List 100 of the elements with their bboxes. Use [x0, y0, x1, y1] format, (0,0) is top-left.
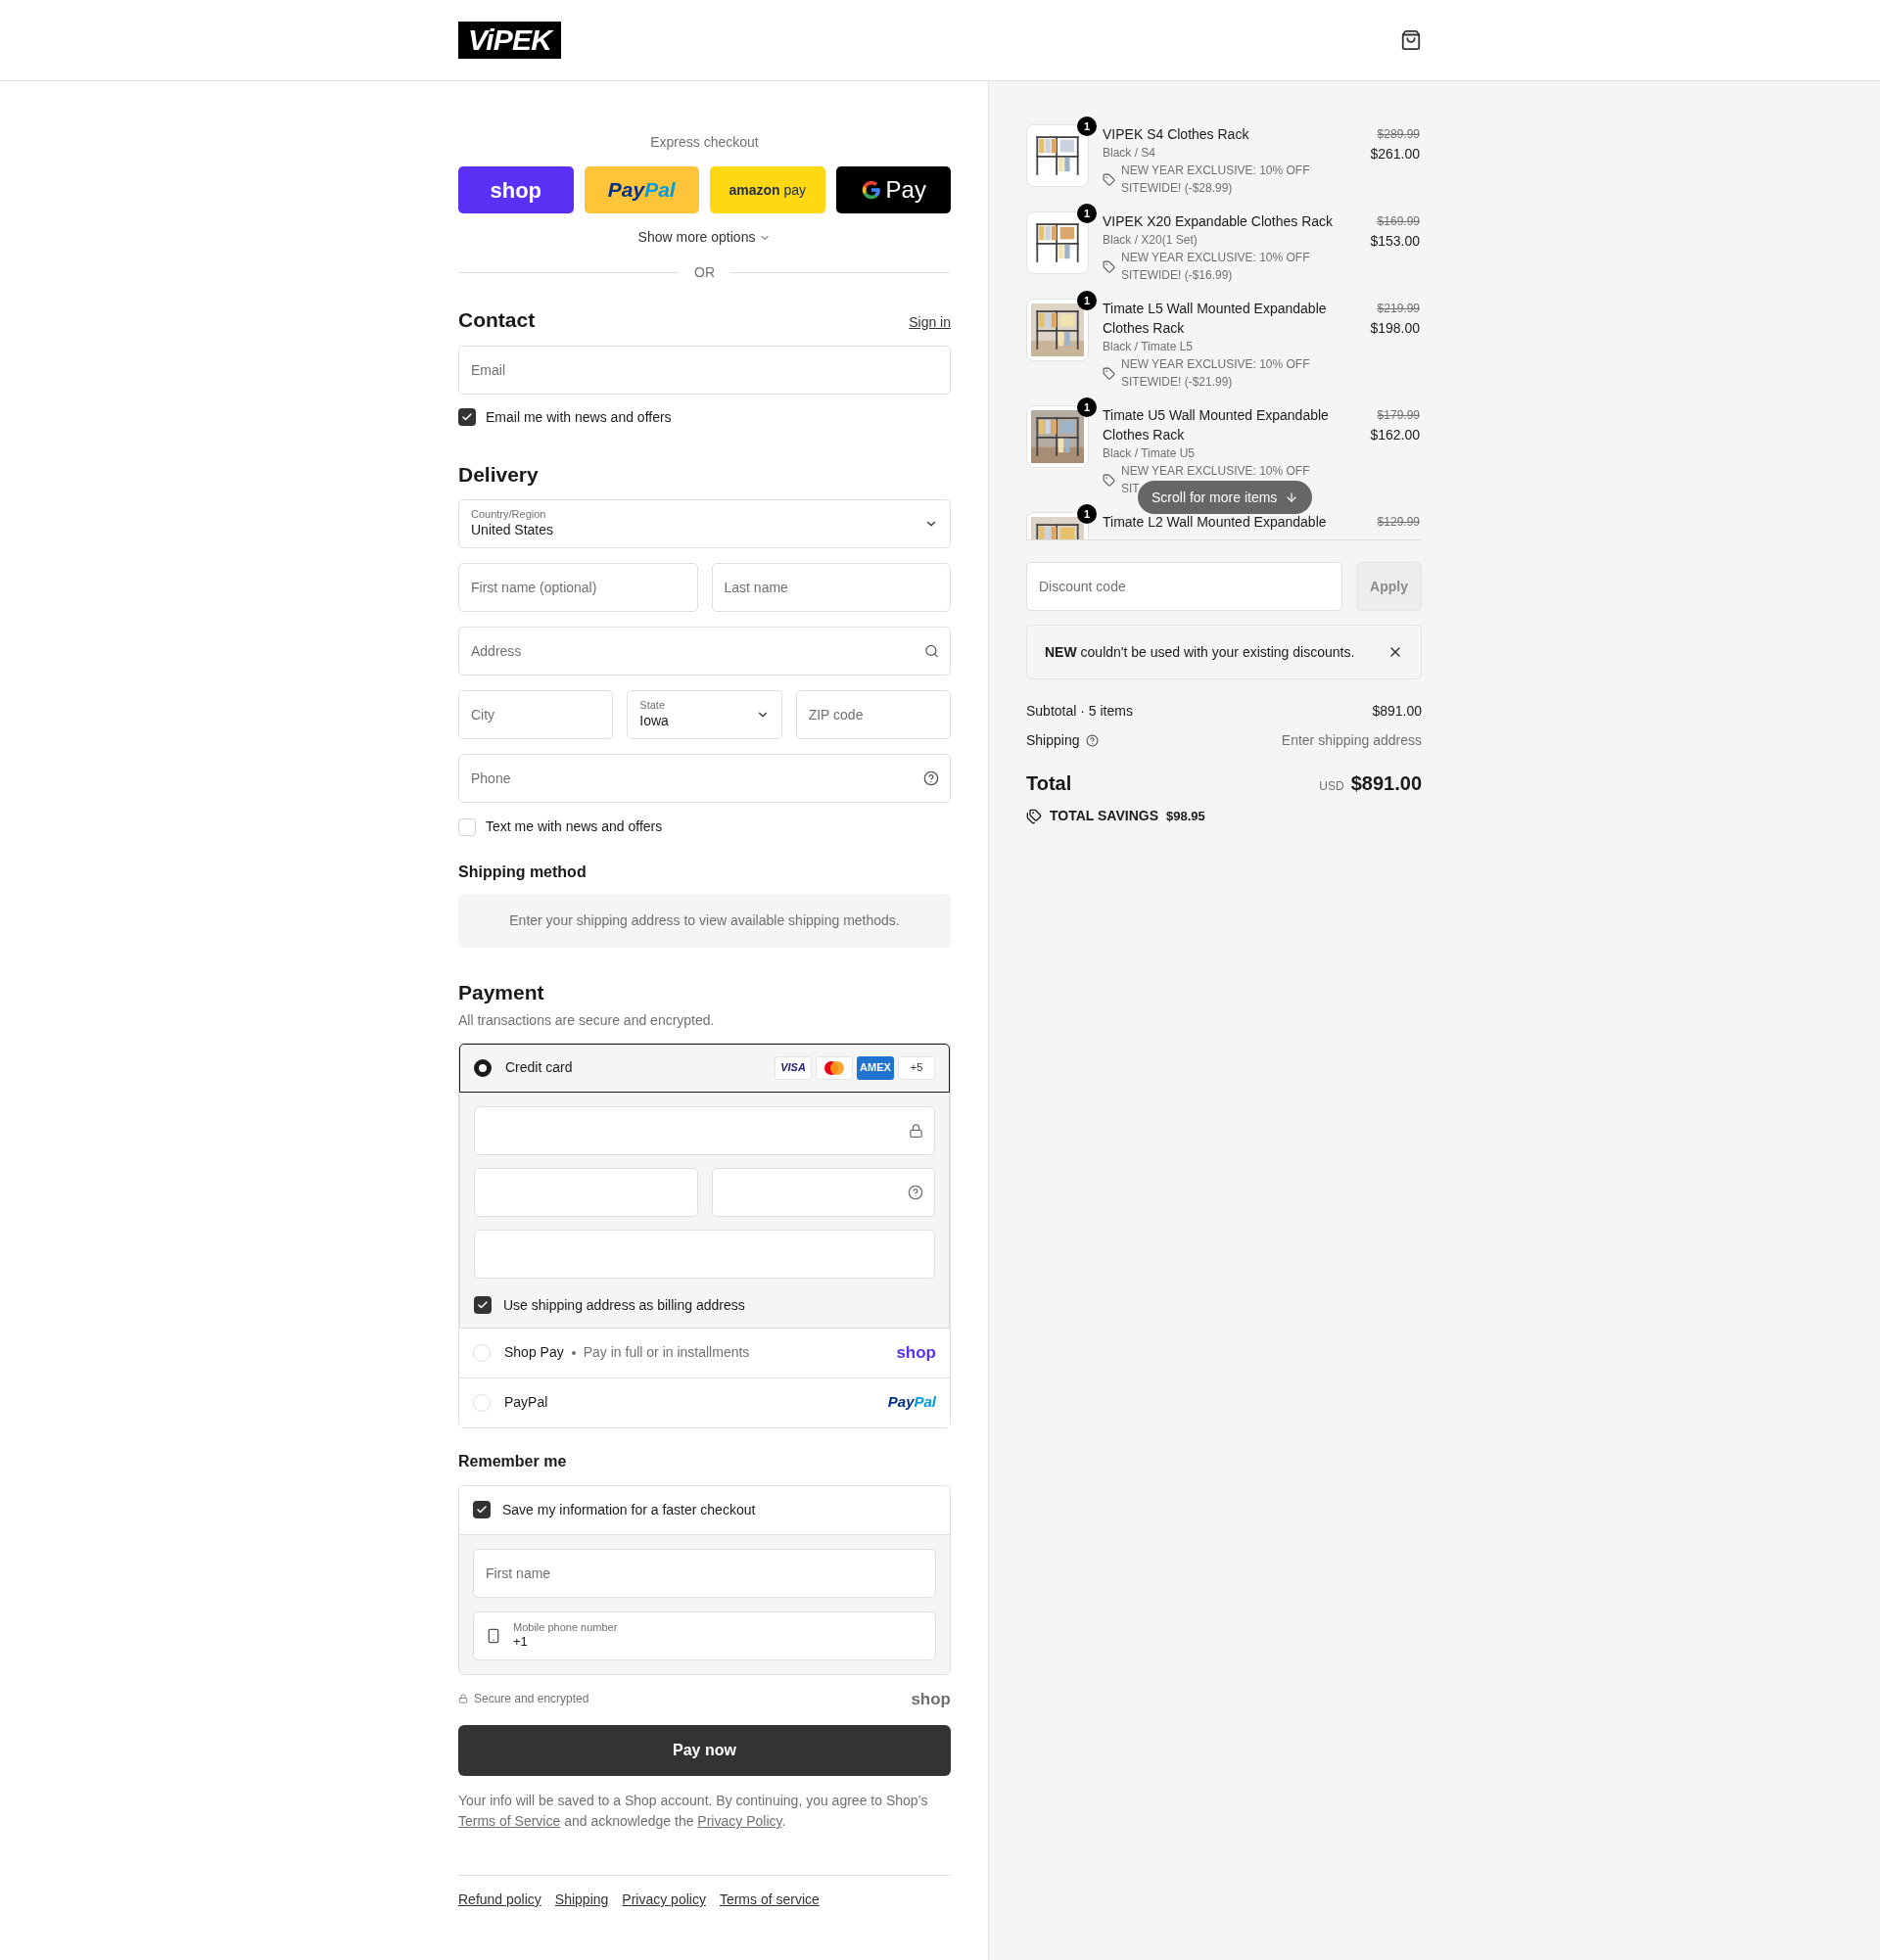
divider-label: OR	[694, 263, 715, 282]
input-field[interactable]	[474, 1167, 698, 1217]
help-icon	[908, 1184, 923, 1200]
discount-text: SITEWIDE! (-$21.99)	[1121, 374, 1233, 391]
original-price: $169.99	[1377, 213, 1420, 230]
discount-text: SIT	[1121, 481, 1140, 497]
discount-text: NEW YEAR EXCLUSIVE: 10% OFF	[1121, 463, 1310, 480]
select-field[interactable]: State Iowa	[627, 690, 782, 739]
discount-text: NEW YEAR EXCLUSIVE: 10% OFF	[1121, 356, 1310, 373]
discount-text: NEW YEAR EXCLUSIVE: 10% OFF	[1121, 163, 1310, 179]
checkbox[interactable]	[458, 817, 476, 836]
quantity-badge: 1	[1077, 117, 1097, 136]
sign-in-link[interactable]: Sign in	[909, 312, 951, 333]
tag-icon	[1103, 172, 1115, 186]
mastercard-logo	[816, 1055, 853, 1080]
original-price: $129.99	[1377, 514, 1420, 531]
check-icon	[477, 1299, 489, 1311]
section-heading: Shipping method	[458, 863, 588, 882]
input-field[interactable]: ZIP code	[795, 690, 951, 739]
pay-now-button[interactable]: Pay now	[458, 1725, 951, 1776]
lock-icon	[458, 1694, 468, 1704]
help-icon	[923, 770, 939, 786]
quantity-badge: 1	[1077, 504, 1097, 524]
footer-link[interactable]: Refund policy	[458, 1890, 541, 1910]
phone-field[interactable]: Mobile phone number +1	[473, 1610, 936, 1660]
shipping-label: Shipping	[1026, 731, 1080, 750]
input-field[interactable]	[474, 1105, 935, 1155]
radio-button[interactable]	[474, 1058, 492, 1077]
lock-icon	[909, 1123, 923, 1138]
section-label: Express checkout	[649, 133, 760, 152]
product-title: Timate L2 Wall Mounted Expandable	[1103, 513, 1328, 532]
select-field[interactable]: Country/Region United States	[458, 499, 951, 548]
checkbox-label: Use shipping address as billing address	[503, 1295, 745, 1315]
legal-text: Your info will be saved to a Shop account. By continuing, you agree to Shop’s Terms of Service and acknowledge the Privacy Policy.	[458, 1792, 929, 1831]
shop-logo: shop	[911, 1688, 951, 1710]
tags-icon	[1026, 808, 1042, 824]
paypal-logo: PayPal	[887, 1392, 936, 1413]
shipping-value: Enter shipping address	[1281, 731, 1422, 750]
original-price: $219.99	[1377, 301, 1420, 317]
savings-label: TOTAL SAVINGS	[1050, 807, 1158, 825]
show-more-button[interactable]: Show more options	[637, 227, 772, 248]
brand-logo[interactable]: ViPEK	[458, 22, 562, 59]
payment-option[interactable]: Credit card VISA AMEX +5	[459, 1043, 950, 1093]
scroll-hint-pill[interactable]: Scroll for more items	[1138, 481, 1313, 514]
input-field[interactable]: Phone	[458, 754, 951, 803]
checkbox[interactable]	[474, 1296, 492, 1314]
shop-pay-button[interactable]: shop	[458, 166, 574, 213]
input-field[interactable]	[711, 1167, 935, 1217]
terms-link[interactable]: Terms of Service	[458, 1813, 561, 1829]
checkbox-label: Save my information for a faster checkout	[502, 1500, 756, 1519]
input-field[interactable]: Last name	[711, 563, 951, 612]
input-field[interactable]: Email	[458, 345, 951, 395]
input-field[interactable]: City	[458, 690, 614, 739]
help-icon	[1085, 734, 1099, 747]
original-price: $289.99	[1377, 126, 1420, 143]
section-heading: Remember me	[458, 1451, 568, 1471]
card-brand-logo: AMEX	[857, 1055, 894, 1080]
footer-link[interactable]: Privacy policy	[622, 1890, 706, 1910]
product-title: VIPEK S4 Clothes Rack	[1103, 125, 1250, 144]
check-icon	[461, 411, 473, 423]
product-title: Timate U5 Wall Mounted Expandable Clothes Rack	[1103, 406, 1330, 444]
subtotal-value: $891.00	[1372, 702, 1422, 721]
item-price: $198.00	[1370, 319, 1420, 338]
item-price: $162.00	[1370, 426, 1420, 444]
product-title: Timate L5 Wall Mounted Expandable Clothes Rack	[1103, 300, 1328, 338]
discount-text: SITEWIDE! (-$16.99)	[1121, 267, 1233, 284]
input-field[interactable]: First name (optional)	[458, 563, 698, 612]
discount-text: SITEWIDE! (-$28.99)	[1121, 180, 1233, 197]
footer-link[interactable]: Terms of service	[719, 1890, 820, 1910]
shopping-bag-icon[interactable]	[1400, 29, 1422, 51]
amazon-pay-button[interactable]: amazon pay	[710, 166, 825, 213]
subtotal-label: Subtotal · 5 items	[1026, 702, 1133, 721]
google-pay-button[interactable]: Pay	[835, 166, 951, 213]
shop-pay-logo: shop	[896, 1341, 936, 1364]
input-field[interactable]	[474, 1229, 935, 1279]
phone-icon	[486, 1627, 501, 1644]
product-variant: Black / X20(1 Set)	[1103, 232, 1198, 249]
checkbox[interactable]	[473, 1501, 491, 1518]
product-variant: Black / Timate L5	[1103, 339, 1195, 355]
secure-note: Secure and encrypted	[474, 1691, 589, 1708]
tag-icon	[1103, 366, 1115, 380]
notice-text: NEW couldn't be used with your existing discounts.	[1045, 642, 1355, 662]
product-variant: Black / Timate U5	[1103, 445, 1197, 462]
section-heading: Delivery	[458, 461, 540, 488]
quantity-badge: 1	[1077, 397, 1097, 417]
tag-icon	[1103, 259, 1115, 273]
input-field[interactable]: Address	[458, 627, 951, 676]
savings-value: $98.95	[1166, 807, 1205, 825]
item-price: $261.00	[1370, 145, 1420, 163]
section-heading: Payment	[458, 980, 545, 1005]
input-field[interactable]: First name	[473, 1548, 936, 1598]
info-panel: Enter your shipping address to view available shipping methods.	[458, 894, 951, 948]
footer-link[interactable]: Shipping	[554, 1890, 609, 1910]
checkbox[interactable]	[458, 408, 476, 426]
paypal-button[interactable]: PayPal	[584, 166, 699, 213]
search-icon	[924, 643, 939, 659]
total-label: Total	[1026, 771, 1072, 796]
google-g-icon	[860, 179, 882, 201]
total-value: $891.00	[1350, 771, 1422, 796]
section-subtitle: All transactions are secure and encrypted.	[458, 1010, 716, 1030]
